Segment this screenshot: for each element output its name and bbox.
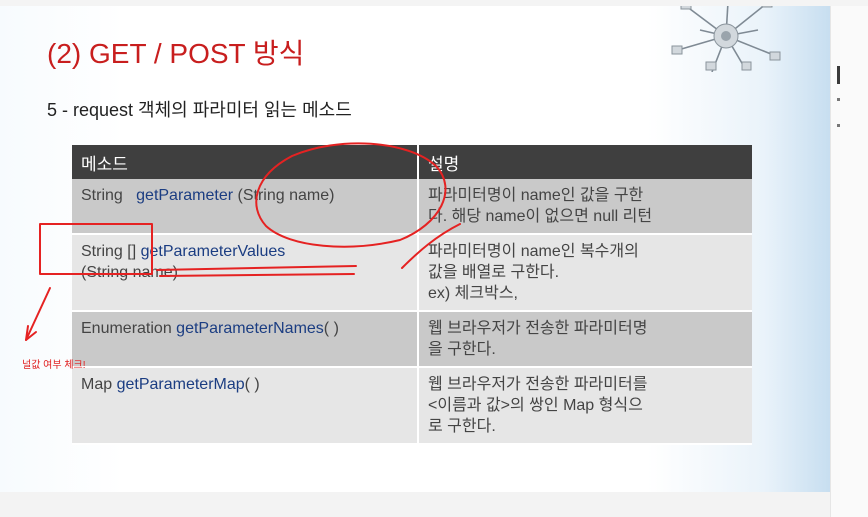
description-line: 다. 해당 name이 없으면 null 리턴 bbox=[428, 208, 653, 225]
right-sidebar bbox=[830, 6, 868, 517]
method-cell: Map getParameterMap( ) bbox=[72, 367, 419, 445]
sidebar-mark bbox=[837, 98, 840, 101]
methods-table: 메소드 설명 String getParameter (String name)… bbox=[72, 145, 752, 445]
method-name: getParameterValues bbox=[140, 243, 286, 260]
method-name: getParameterNames bbox=[176, 320, 324, 337]
method-name: getParameter bbox=[136, 187, 234, 204]
description-line: 웹 브라우저가 전송한 파라미터명 bbox=[428, 320, 648, 337]
table-row-get-parameter-names: Enumeration getParameterNames( ) 웹 브라우저가… bbox=[72, 311, 752, 368]
method-return-type: String [] bbox=[81, 243, 137, 260]
description-line: 파라미터명이 name인 값을 구한 bbox=[428, 187, 644, 204]
header-method: 메소드 bbox=[72, 145, 419, 179]
description-line: 을 구한다. bbox=[428, 341, 496, 358]
method-return-type: Map bbox=[81, 376, 113, 393]
method-params: (String name) bbox=[81, 264, 178, 281]
method-params: ( ) bbox=[323, 320, 339, 337]
sidebar-mark bbox=[837, 66, 840, 84]
method-params: ( ) bbox=[244, 376, 260, 393]
description-line: 로 구한다. bbox=[428, 418, 496, 435]
table-header-row: 메소드 설명 bbox=[72, 145, 752, 179]
method-cell: String getParameter (String name) bbox=[72, 179, 419, 235]
method-cell: Enumeration getParameterNames( ) bbox=[72, 311, 419, 368]
slide-bottom-margin bbox=[0, 492, 830, 517]
sidebar-mark bbox=[837, 124, 840, 127]
description-line: 값을 배열로 구한다. bbox=[428, 264, 560, 281]
table-row-get-parameter-values: String [] getParameterValues (String nam… bbox=[72, 234, 752, 312]
handwritten-note: 널값 여부 체크! bbox=[22, 360, 86, 371]
description-line: <이름과 값>의 쌍인 Map 형식으 bbox=[428, 397, 643, 414]
table-row-get-parameter: String getParameter (String name) 파라미터명이… bbox=[72, 179, 752, 235]
description-cell: 웹 브라우저가 전송한 파라미터를 <이름과 값>의 쌍인 Map 형식으 로 … bbox=[418, 367, 752, 445]
description-cell: 파라미터명이 name인 값을 구한 다. 해당 name이 없으면 null … bbox=[418, 179, 752, 235]
method-cell: String [] getParameterValues (String nam… bbox=[72, 234, 419, 312]
slide-subtitle: 5 - request 객체의 파라미터 읽는 메소드 bbox=[47, 100, 352, 120]
description-line: 파라미터명이 name인 복수개의 bbox=[428, 243, 639, 260]
method-name: getParameterMap bbox=[116, 376, 245, 393]
description-line: 웹 브라우저가 전송한 파라미터를 bbox=[428, 376, 648, 393]
table-row-get-parameter-map: Map getParameterMap( ) 웹 브라우저가 전송한 파라미터를… bbox=[72, 367, 752, 445]
description-cell: 웹 브라우저가 전송한 파라미터명 을 구한다. bbox=[418, 311, 752, 368]
header-description: 설명 bbox=[418, 145, 752, 179]
method-return-type: String bbox=[81, 187, 123, 204]
description-line: ex) 체크박스, bbox=[428, 285, 518, 302]
method-return-type: Enumeration bbox=[81, 320, 172, 337]
slide-title: (2) GET / POST 방식 bbox=[47, 38, 305, 69]
satellite-decoration bbox=[671, 6, 781, 72]
method-params: (String name) bbox=[237, 187, 335, 204]
description-cell: 파라미터명이 name인 복수개의 값을 배열로 구한다. ex) 체크박스, bbox=[418, 234, 752, 312]
